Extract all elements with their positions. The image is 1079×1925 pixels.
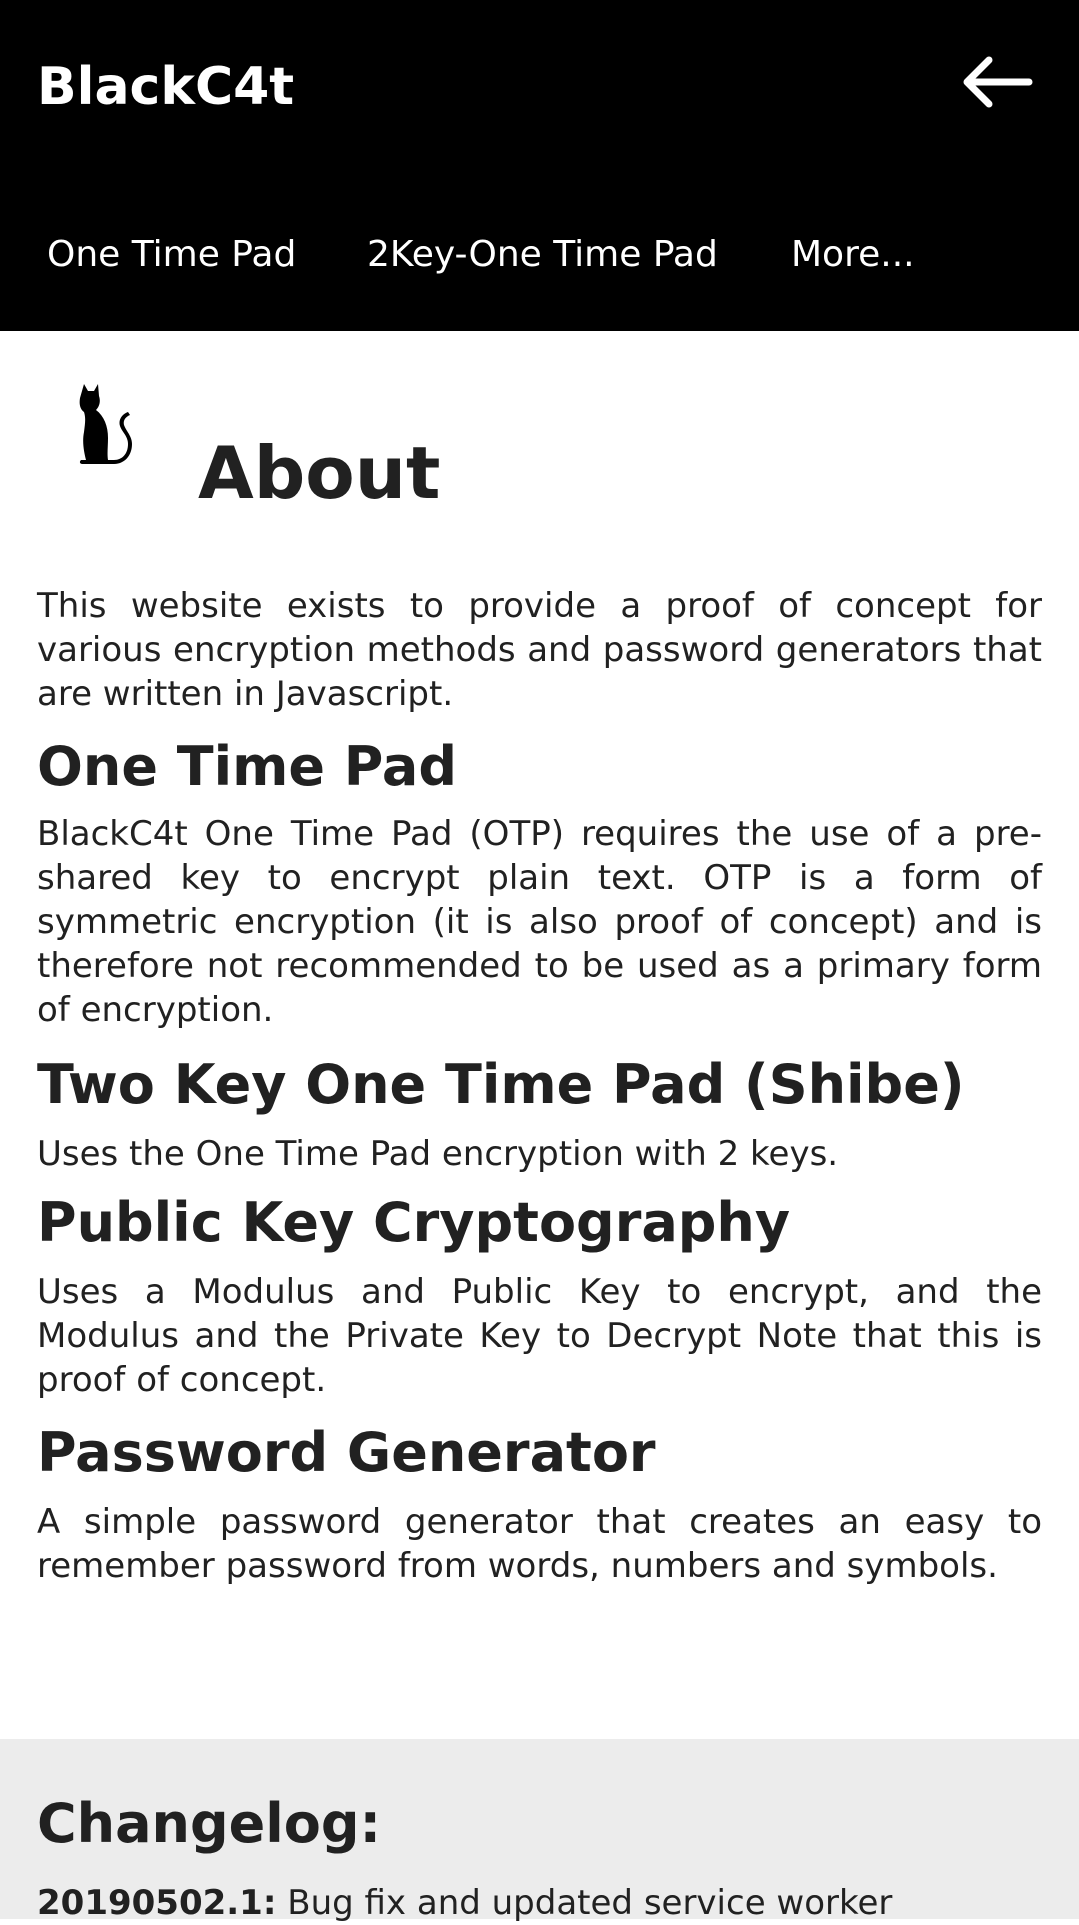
arrow-left-icon <box>963 56 1033 108</box>
tab-one-time-pad[interactable]: One Time Pad <box>47 220 296 290</box>
about-header: About <box>0 372 1079 515</box>
app-bar: BlackC4t One Time Pad 2Key-One Time Pad … <box>0 0 1079 331</box>
section-title-password-generator: Password Generator <box>37 1421 656 1484</box>
tab-more[interactable]: More... <box>791 220 915 290</box>
changelog-entry: 20190502.1: Bug fix and updated service … <box>37 1881 892 1925</box>
section-title-public-key: Public Key Cryptography <box>37 1191 791 1254</box>
about-content: This website exists to provide a proof o… <box>37 584 1042 1588</box>
section-text-password-generator: A simple password generator that creates… <box>37 1502 1042 1586</box>
changelog-title: Changelog: <box>37 1792 382 1855</box>
brand-title[interactable]: BlackC4t <box>37 52 294 122</box>
changelog-version: 20190502.1: <box>37 1883 277 1923</box>
cat-icon <box>79 384 132 464</box>
section-title-two-key: Two Key One Time Pad (Shibe) <box>37 1053 965 1116</box>
section-text-two-key: Uses the One Time Pad encryption with 2 … <box>37 1134 839 1174</box>
tab-2key-one-time-pad[interactable]: 2Key-One Time Pad <box>367 220 718 290</box>
back-button[interactable] <box>955 48 1035 116</box>
changelog-text: Bug fix and updated service worker <box>287 1883 893 1923</box>
page-title: About <box>198 431 441 516</box>
nav-tabs: One Time Pad 2Key-One Time Pad More... <box>0 220 1079 290</box>
section-title-otp: One Time Pad <box>37 735 458 798</box>
changelog: Changelog: 20190502.1: Bug fix and updat… <box>0 1739 1079 1923</box>
section-text-otp: BlackC4t One Time Pad (OTP) requires the… <box>37 814 1042 1030</box>
intro-text: This website exists to provide a proof o… <box>37 586 1042 714</box>
section-text-public-key: Uses a Modulus and Public Key to encrypt… <box>37 1272 1042 1400</box>
